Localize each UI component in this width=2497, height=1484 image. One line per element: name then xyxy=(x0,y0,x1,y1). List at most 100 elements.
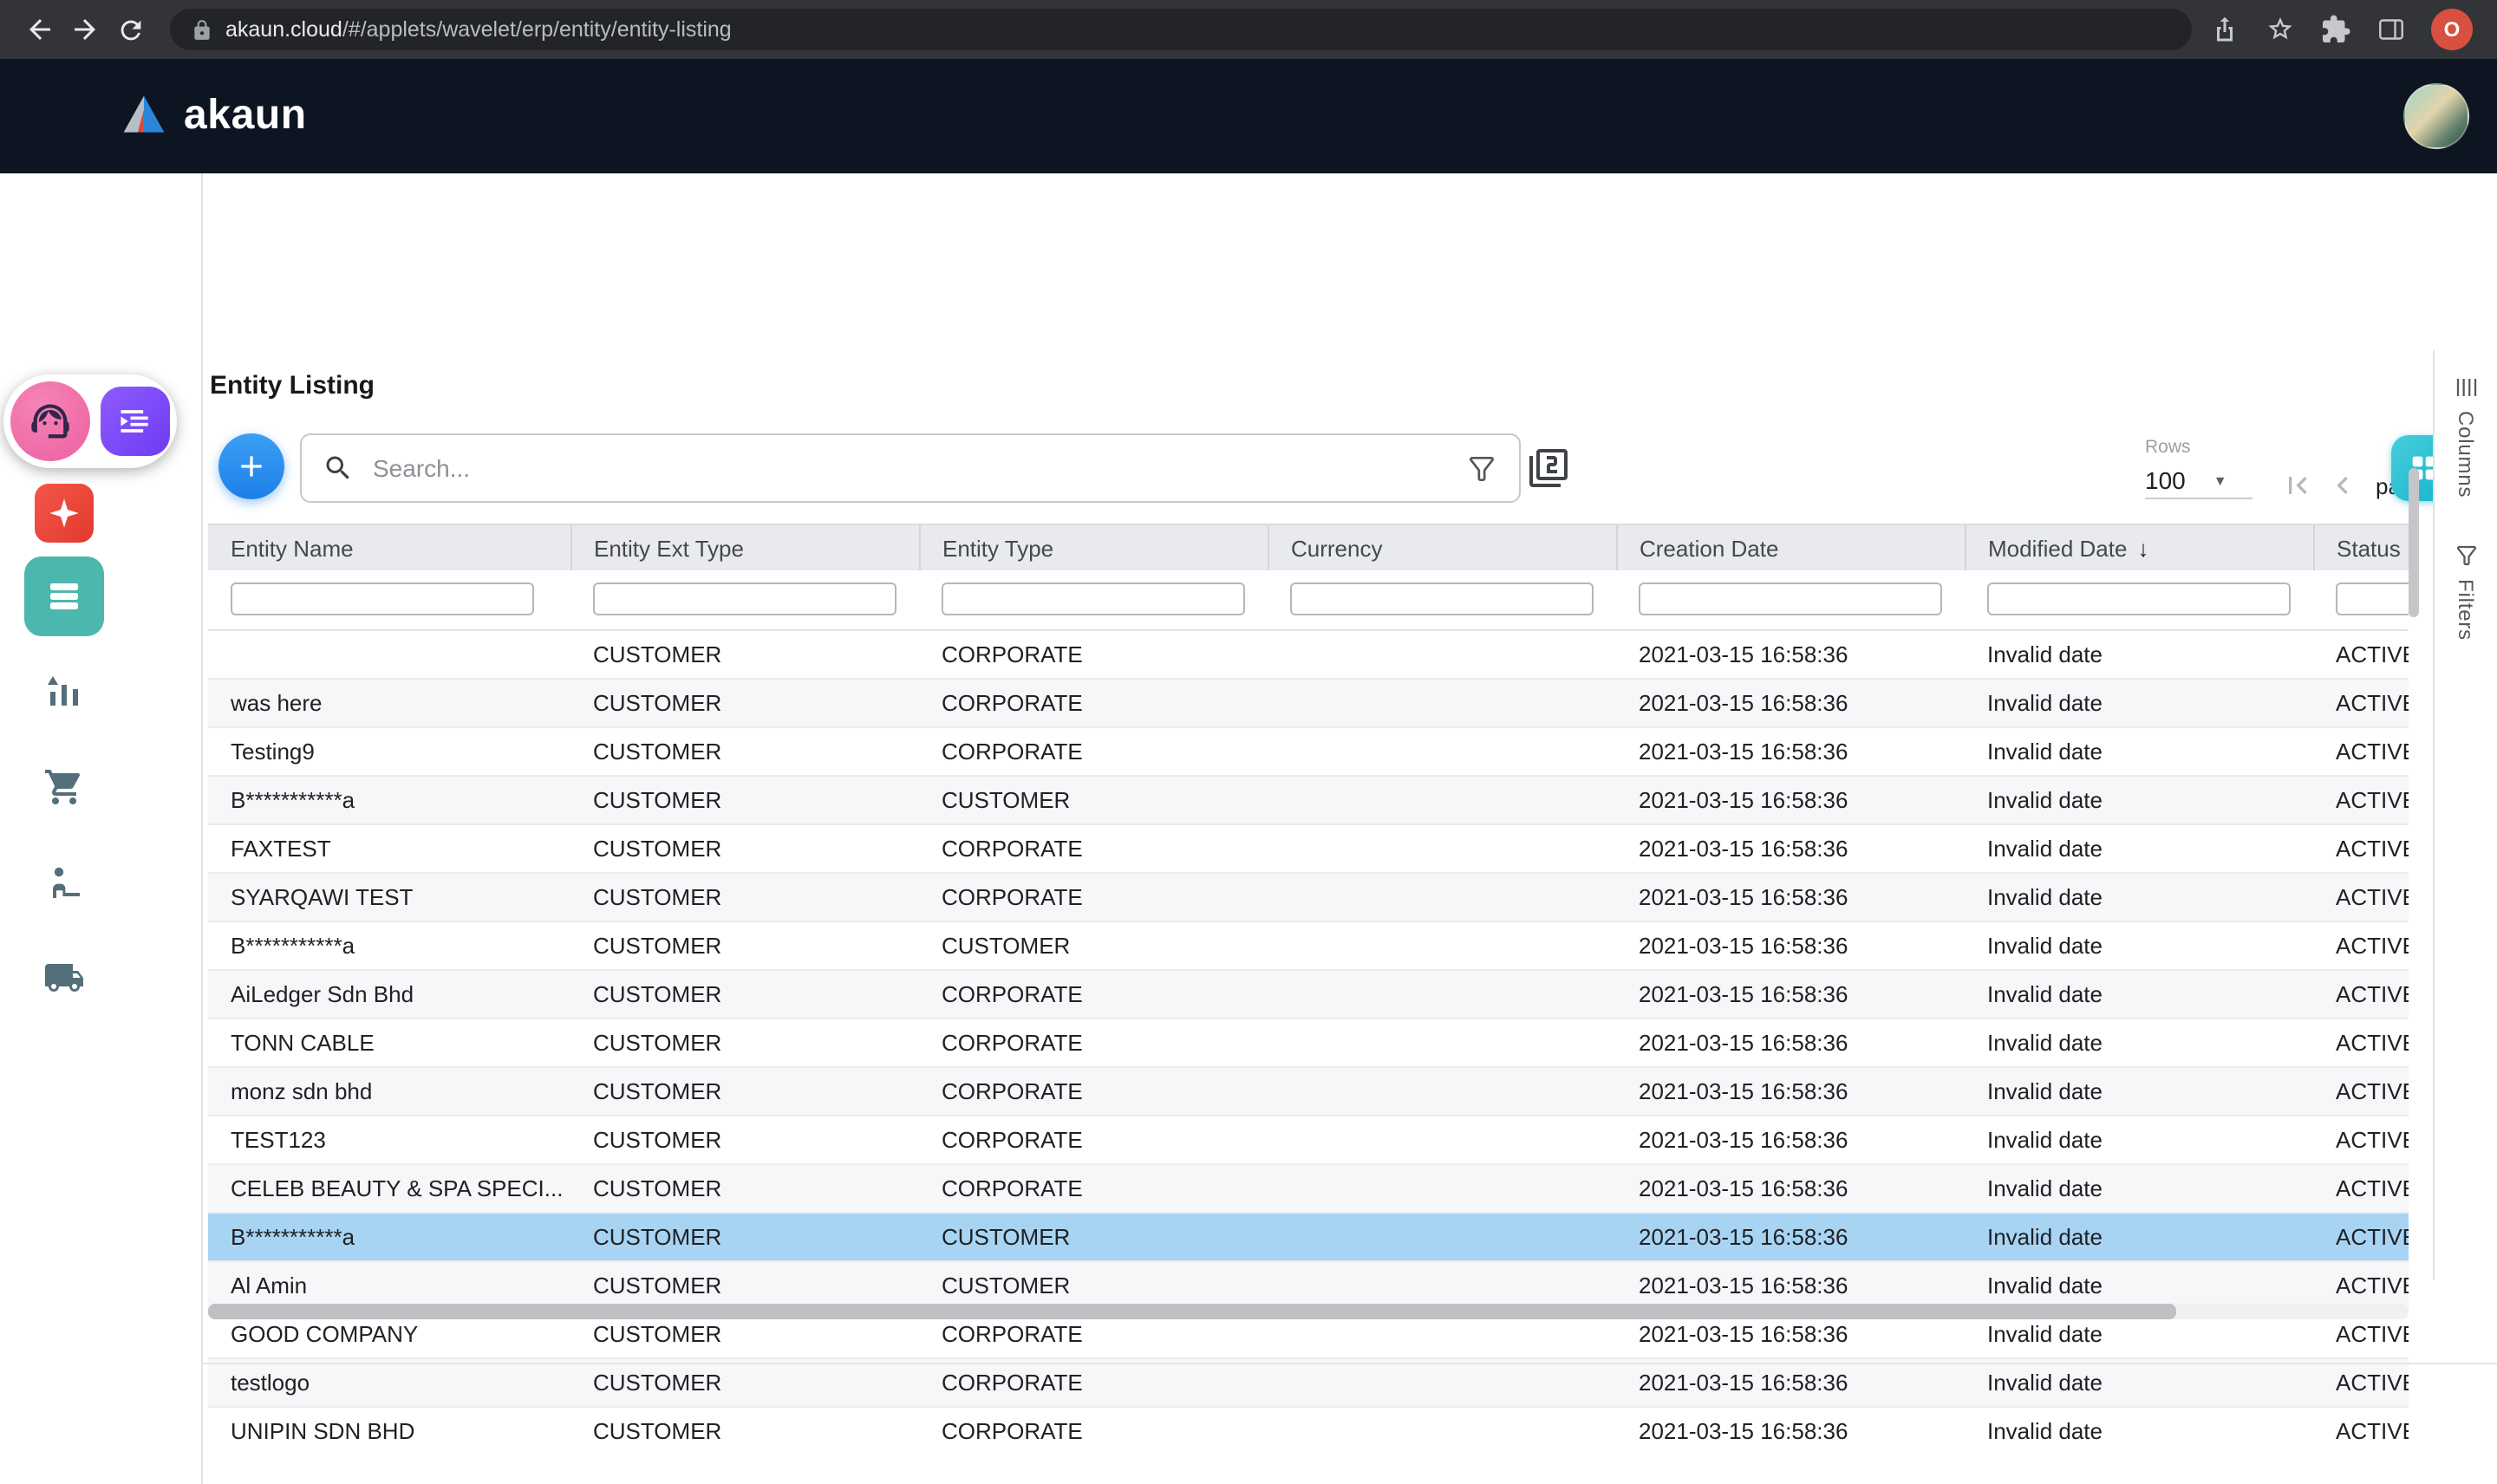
side-panel-icon[interactable] xyxy=(2376,14,2407,45)
sidebar-item-cart[interactable] xyxy=(42,765,87,810)
cell-name: SYARQAWI TEST xyxy=(208,872,570,921)
table-row[interactable]: B***********aCUSTOMERCUSTOMER2021-03-15 … xyxy=(208,1212,2409,1260)
cell-modified: Invalid date xyxy=(1965,1260,2313,1309)
address-bar[interactable]: akaun.cloud/#/applets/wavelet/erp/entity… xyxy=(170,9,2192,50)
cell-created: 2021-03-15 16:58:36 xyxy=(1616,969,1965,1018)
table-row[interactable]: UNIPIN SDN BHDCUSTOMERCORPORATE2021-03-1… xyxy=(208,1406,2409,1453)
back-button[interactable] xyxy=(17,7,62,52)
cell-name: B***********a xyxy=(208,1212,570,1260)
cell-type: CORPORATE xyxy=(919,726,1268,775)
cell-ext: CUSTOMER xyxy=(570,1406,919,1453)
table-row[interactable]: CUSTOMERCORPORATE2021-03-15 16:58:36Inva… xyxy=(208,629,2409,678)
reload-button[interactable] xyxy=(108,7,153,52)
cell-name: FAXTEST xyxy=(208,823,570,872)
cell-currency xyxy=(1268,1406,1616,1453)
chevron-left-icon xyxy=(2325,468,2360,503)
column-header-modified-date[interactable]: Modified Date↓ xyxy=(1965,525,2313,570)
cell-currency xyxy=(1268,1018,1616,1066)
table-row[interactable]: B***********aCUSTOMERCUSTOMER2021-03-15 … xyxy=(208,921,2409,969)
column-header-entity-ext-type[interactable]: Entity Ext Type xyxy=(570,525,919,570)
support-agent-button[interactable] xyxy=(10,381,90,461)
table-row[interactable]: monz sdn bhdCUSTOMERCORPORATE2021-03-15 … xyxy=(208,1066,2409,1115)
horizontal-scrollbar[interactable] xyxy=(208,1304,2409,1319)
profile-initial: O xyxy=(2444,17,2461,42)
menu-open-button[interactable] xyxy=(101,387,170,456)
sidebar-item-shipping[interactable] xyxy=(42,955,87,1000)
column-header-label: Creation Date xyxy=(1640,535,1778,561)
cell-ext: CUSTOMER xyxy=(570,1163,919,1212)
filter-input-entity-name[interactable] xyxy=(231,583,534,616)
vertical-scrollbar-thumb[interactable] xyxy=(2409,468,2419,617)
sidebar-applet-red[interactable] xyxy=(35,484,94,543)
cell-type: CORPORATE xyxy=(919,1163,1268,1212)
columns-panel-toggle[interactable]: Columns xyxy=(2453,374,2479,498)
cell-modified: Invalid date xyxy=(1965,726,2313,775)
extensions-puzzle-icon[interactable] xyxy=(2320,14,2351,45)
column-header-currency[interactable]: Currency xyxy=(1268,525,1616,570)
cell-status: ACTIVE xyxy=(2313,678,2409,726)
table-row[interactable]: CELEB BEAUTY & SPA SPECI...CUSTOMERCORPO… xyxy=(208,1163,2409,1212)
table-row[interactable]: TONN CABLECUSTOMERCORPORATE2021-03-15 16… xyxy=(208,1018,2409,1066)
table-row[interactable]: testlogoCUSTOMERCORPORATE2021-03-15 16:5… xyxy=(208,1357,2409,1406)
bookmark-star-icon[interactable] xyxy=(2265,14,2296,45)
table-row[interactable]: SYARQAWI TESTCUSTOMERCORPORATE2021-03-15… xyxy=(208,872,2409,921)
search-input[interactable] xyxy=(369,452,1450,484)
column-header-status[interactable]: Status xyxy=(2313,525,2409,570)
sidebar-item-agent[interactable] xyxy=(42,860,87,905)
table-row[interactable]: TEST123CUSTOMERCORPORATE2021-03-15 16:58… xyxy=(208,1115,2409,1163)
cell-name: CELEB BEAUTY & SPA SPECI... xyxy=(208,1163,570,1212)
sidebar-applet-erp-active[interactable] xyxy=(24,556,104,636)
cell-status: ACTIVE xyxy=(2313,969,2409,1018)
table-row[interactable]: Testing9CUSTOMERCORPORATE2021-03-15 16:5… xyxy=(208,726,2409,775)
cell-modified: Invalid date xyxy=(1965,1163,2313,1212)
filter-input-creation-date[interactable] xyxy=(1639,583,1942,616)
column-header-entity-type[interactable]: Entity Type xyxy=(919,525,1268,570)
page-title: Entity Listing xyxy=(210,371,375,400)
sidebar-item-analytics[interactable] xyxy=(42,669,87,714)
cell-ext: CUSTOMER xyxy=(570,823,919,872)
cell-created: 2021-03-15 16:58:36 xyxy=(1616,1357,1965,1406)
applet-switcher xyxy=(3,374,177,468)
cell-name xyxy=(208,629,570,678)
akaun-triangle-icon xyxy=(120,92,168,140)
entity-table-body: CUSTOMERCORPORATE2021-03-15 16:58:36Inva… xyxy=(208,629,2409,1453)
table-row[interactable]: was hereCUSTOMERCORPORATE2021-03-15 16:5… xyxy=(208,678,2409,726)
table-row[interactable]: B***********aCUSTOMERCUSTOMER2021-03-15 … xyxy=(208,775,2409,823)
browser-profile-avatar[interactable]: O xyxy=(2431,9,2473,50)
table-row[interactable]: AiLedger Sdn BhdCUSTOMERCORPORATE2021-03… xyxy=(208,969,2409,1018)
first-page-button[interactable] xyxy=(2277,465,2318,506)
filter-input-entity-ext-type[interactable] xyxy=(593,583,896,616)
filter-input-status[interactable] xyxy=(2336,583,2409,616)
filter-input-currency[interactable] xyxy=(1290,583,1594,616)
cell-created: 2021-03-15 16:58:36 xyxy=(1616,1163,1965,1212)
menu-open-icon xyxy=(116,402,154,440)
add-entity-button[interactable] xyxy=(218,433,284,499)
cell-modified: Invalid date xyxy=(1965,1406,2313,1453)
forward-button[interactable] xyxy=(62,7,108,52)
share-icon[interactable] xyxy=(2209,14,2240,45)
sort-desc-icon[interactable]: ↓ xyxy=(2137,535,2148,561)
duplicate-view-button[interactable] xyxy=(1528,447,1569,489)
columns-label: Columns xyxy=(2454,411,2478,498)
table-row[interactable]: Al AminCUSTOMERCUSTOMER2021-03-15 16:58:… xyxy=(208,1260,2409,1309)
horizontal-scrollbar-thumb[interactable] xyxy=(208,1304,2176,1319)
filter-input-entity-type[interactable] xyxy=(942,583,1245,616)
url-domain: akaun.cloud xyxy=(225,17,342,42)
user-avatar[interactable] xyxy=(2403,83,2469,149)
cell-modified: Invalid date xyxy=(1965,629,2313,678)
filters-panel-toggle[interactable]: Filters xyxy=(2453,543,2479,641)
rows-per-page-select[interactable]: 100 ▼ xyxy=(2145,461,2253,499)
column-header-entity-name[interactable]: Entity Name xyxy=(208,525,570,570)
cell-ext: CUSTOMER xyxy=(570,775,919,823)
brand-logo[interactable]: akaun xyxy=(120,92,307,140)
filter-funnel-icon[interactable] xyxy=(1465,452,1498,485)
previous-page-button[interactable] xyxy=(2322,465,2363,506)
filter-input-modified-date[interactable] xyxy=(1987,583,2291,616)
cell-currency xyxy=(1268,1212,1616,1260)
cell-created: 2021-03-15 16:58:36 xyxy=(1616,1406,1965,1453)
table-side-rail: Columns Filters xyxy=(2433,350,2497,1279)
cell-status: ACTIVE xyxy=(2313,1018,2409,1066)
column-header-creation-date[interactable]: Creation Date xyxy=(1616,525,1965,570)
rows-per-page-value: 100 xyxy=(2145,466,2186,494)
table-row[interactable]: FAXTESTCUSTOMERCORPORATE2021-03-15 16:58… xyxy=(208,823,2409,872)
